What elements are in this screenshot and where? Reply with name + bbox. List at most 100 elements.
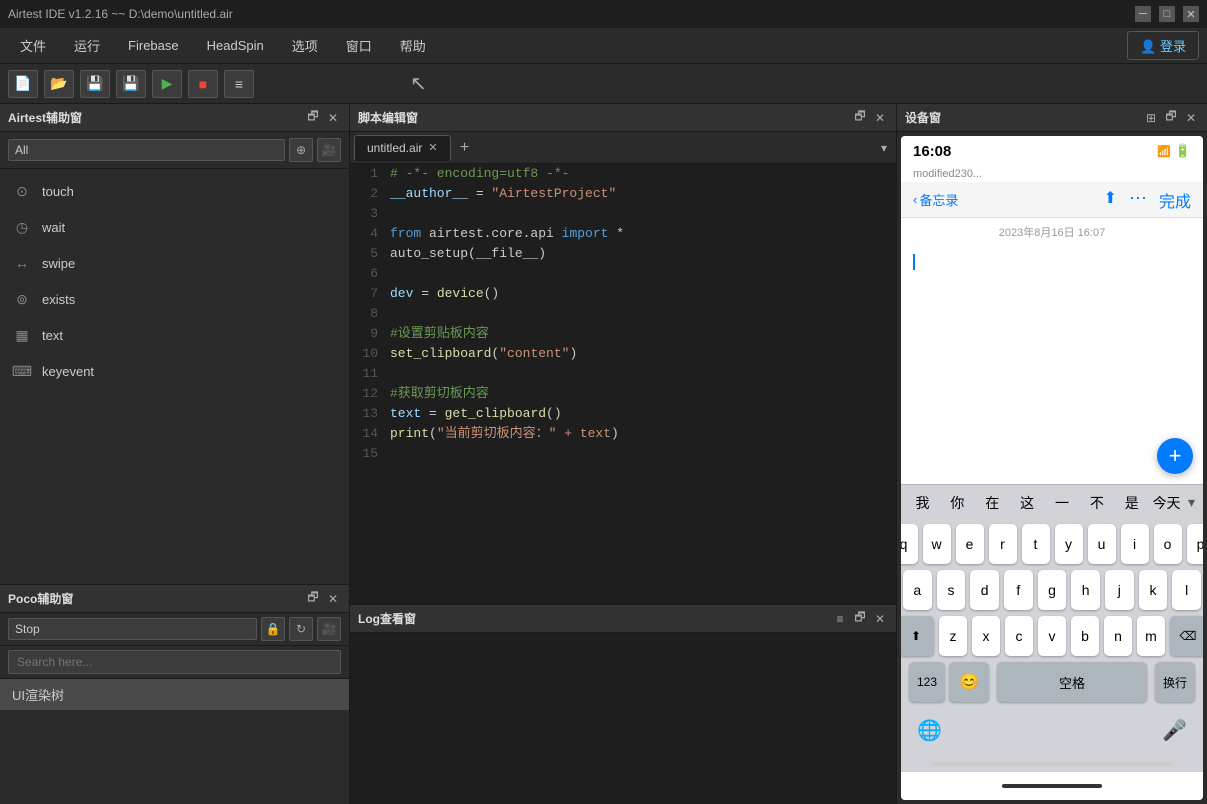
menu-headspin[interactable]: HeadSpin — [195, 34, 276, 57]
editor-tab-untitled[interactable]: untitled.air ✕ — [354, 135, 451, 161]
editor-restore-button[interactable]: 🗗 — [852, 110, 868, 126]
key-w[interactable]: w — [923, 524, 951, 564]
key-k[interactable]: k — [1139, 570, 1168, 610]
add-note-button[interactable]: + — [1157, 438, 1193, 474]
device-close-button[interactable]: ✕ — [1183, 110, 1199, 126]
new-file-button[interactable]: 📄 — [8, 70, 38, 98]
poco-lock-button[interactable]: 🔒 — [261, 617, 285, 641]
login-button[interactable]: 👤 登录 — [1127, 31, 1199, 60]
menu-window[interactable]: 窗口 — [334, 32, 384, 59]
key-p[interactable]: p — [1187, 524, 1204, 564]
key-e[interactable]: e — [956, 524, 984, 564]
note-area[interactable]: + — [901, 246, 1203, 484]
key-123[interactable]: 123 — [909, 662, 945, 702]
poco-restore-button[interactable]: 🗗 — [305, 591, 321, 607]
close-button[interactable]: ✕ — [1183, 6, 1199, 22]
menu-options[interactable]: 选项 — [280, 32, 330, 59]
chinese-char-zai[interactable]: 在 — [975, 489, 1010, 517]
add-tab-button[interactable]: + — [453, 136, 477, 160]
key-i[interactable]: i — [1121, 524, 1149, 564]
key-g[interactable]: g — [1038, 570, 1067, 610]
chinese-char-ni[interactable]: 你 — [940, 489, 975, 517]
menu-run[interactable]: 运行 — [62, 32, 112, 59]
play-button[interactable]: ▶ — [152, 70, 182, 98]
home-indicator[interactable] — [1002, 784, 1102, 788]
key-d[interactable]: d — [970, 570, 999, 610]
key-r[interactable]: r — [989, 524, 1017, 564]
airtest-capture-button[interactable]: ⊕ — [289, 138, 313, 162]
menu-file[interactable]: 文件 — [8, 32, 58, 59]
helper-item-swipe[interactable]: ↔ swipe — [0, 245, 349, 281]
log-close-button[interactable]: ✕ — [872, 611, 888, 627]
poco-mode-select[interactable]: Stop Running — [8, 618, 257, 640]
key-o[interactable]: o — [1154, 524, 1182, 564]
key-m[interactable]: m — [1137, 616, 1165, 656]
chinese-char-zhe[interactable]: 这 — [1010, 489, 1045, 517]
helper-item-text[interactable]: ▦ text — [0, 317, 349, 353]
airtest-filter-select[interactable]: All touch wait — [8, 139, 285, 161]
helper-item-touch[interactable]: ⊙ touch — [0, 173, 349, 209]
done-button[interactable]: 完成 — [1159, 188, 1191, 212]
open-file-button[interactable]: 📂 — [44, 70, 74, 98]
airtest-restore-button[interactable]: 🗗 — [305, 110, 321, 126]
log-restore-button[interactable]: 🗗 — [852, 611, 868, 627]
key-z[interactable]: z — [939, 616, 967, 656]
device-screenshot-button[interactable]: ⊞ — [1143, 110, 1159, 126]
key-q[interactable]: q — [901, 524, 918, 564]
terminal-button[interactable]: ≡ — [224, 70, 254, 98]
key-s[interactable]: s — [937, 570, 966, 610]
key-backspace[interactable]: ⌫ — [1170, 616, 1203, 656]
airtest-close-button[interactable]: ✕ — [325, 110, 341, 126]
minimize-button[interactable]: ─ — [1135, 6, 1151, 22]
key-c[interactable]: c — [1005, 616, 1033, 656]
key-l[interactable]: l — [1172, 570, 1201, 610]
helper-item-wait[interactable]: ◷ wait — [0, 209, 349, 245]
share-icon[interactable]: ⬆ — [1104, 188, 1117, 212]
helper-item-keyevent[interactable]: ⌨ keyevent — [0, 353, 349, 389]
poco-camera-button[interactable]: 🎥 — [317, 617, 341, 641]
chinese-char-bu[interactable]: 不 — [1079, 489, 1114, 517]
menu-help[interactable]: 帮助 — [388, 32, 438, 59]
chinese-char-shi[interactable]: 是 — [1114, 489, 1149, 517]
chinese-char-wo[interactable]: 我 — [905, 489, 940, 517]
key-t[interactable]: t — [1022, 524, 1050, 564]
key-h[interactable]: h — [1071, 570, 1100, 610]
key-v[interactable]: v — [1038, 616, 1066, 656]
poco-refresh-button[interactable]: ↻ — [289, 617, 313, 641]
key-y[interactable]: y — [1055, 524, 1083, 564]
key-space[interactable]: 空格 — [997, 662, 1147, 702]
poco-close-button[interactable]: ✕ — [325, 591, 341, 607]
key-mic[interactable]: 🎤 — [1154, 710, 1195, 750]
key-f[interactable]: f — [1004, 570, 1033, 610]
chinese-char-jintian[interactable]: 今天 — [1149, 489, 1184, 517]
airtest-settings-button[interactable]: 🎥 — [317, 138, 341, 162]
poco-search-input[interactable] — [8, 650, 341, 674]
note-text[interactable] — [901, 246, 1203, 326]
key-shift[interactable]: ⬆ — [901, 616, 934, 656]
save-button[interactable]: 💾 — [80, 70, 110, 98]
tab-close-icon[interactable]: ✕ — [428, 141, 437, 154]
key-n[interactable]: n — [1104, 616, 1132, 656]
device-restore-button[interactable]: 🗗 — [1163, 110, 1179, 126]
key-emoji[interactable]: 😊 — [949, 662, 989, 702]
editor-tab-expand-button[interactable]: ▾ — [876, 140, 892, 156]
log-filter-button[interactable]: ≡ — [832, 611, 848, 627]
key-j[interactable]: j — [1105, 570, 1134, 610]
maximize-button[interactable]: □ — [1159, 6, 1175, 22]
chinese-char-yi[interactable]: 一 — [1045, 489, 1080, 517]
more-icon[interactable]: ⋯ — [1129, 188, 1147, 212]
key-u[interactable]: u — [1088, 524, 1116, 564]
key-b[interactable]: b — [1071, 616, 1099, 656]
code-editor[interactable]: 1 # -*- encoding=utf8 -*- 2 __author__ =… — [350, 164, 896, 604]
menu-firebase[interactable]: Firebase — [116, 34, 191, 57]
poco-tree-item[interactable]: UI渲染树 — [0, 679, 349, 710]
stop-button[interactable]: ■ — [188, 70, 218, 98]
chinese-expand-icon[interactable]: ▾ — [1184, 494, 1199, 511]
save-as-button[interactable]: 💾 — [116, 70, 146, 98]
nav-back-button[interactable]: ‹ 备忘录 — [913, 190, 958, 209]
key-globe[interactable]: 🌐 — [909, 710, 950, 750]
key-action[interactable]: 换行 — [1155, 662, 1195, 702]
editor-close-button[interactable]: ✕ — [872, 110, 888, 126]
helper-item-exists[interactable]: ⊚ exists — [0, 281, 349, 317]
key-a[interactable]: a — [903, 570, 932, 610]
